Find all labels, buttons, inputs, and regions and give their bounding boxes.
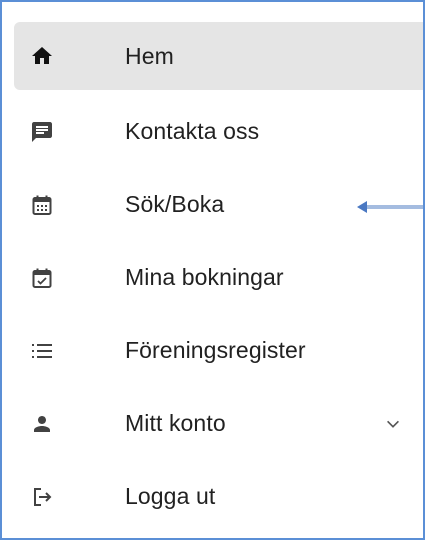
menu-item-foreningsregister[interactable]: Föreningsregister [14,314,423,387]
menu-item-mina-bokningar[interactable]: Mina bokningar [14,241,423,314]
annotation-arrow-icon [357,201,423,213]
menu-item-label: Logga ut [125,483,216,509]
message-icon [28,118,56,146]
person-icon [28,410,56,438]
list-icon [28,337,56,365]
menu-item-label: Sök/Boka [125,191,225,217]
menu-item-kontakta-oss[interactable]: Kontakta oss [14,95,423,168]
menu-item-logga-ut[interactable]: Logga ut [14,460,423,533]
menu-item-hem[interactable]: Hem [14,22,423,90]
chevron-down-icon[interactable] [383,414,403,434]
menu-item-mitt-konto[interactable]: Mitt konto [14,387,423,460]
sidebar-menu-frame: Hem Kontakta oss Sök/Boka Mina bokningar… [0,0,425,540]
menu-item-label: Föreningsregister [125,337,306,363]
menu-item-label: Kontakta oss [125,118,260,144]
calendar-grid-icon [28,191,56,219]
menu-item-label: Hem [125,42,174,69]
menu-item-label: Mitt konto [125,410,226,436]
logout-icon [28,483,56,511]
home-icon [28,42,56,70]
menu-item-label: Mina bokningar [125,264,284,290]
sidebar-menu: Hem Kontakta oss Sök/Boka Mina bokningar… [14,22,423,533]
calendar-check-icon [28,264,56,292]
